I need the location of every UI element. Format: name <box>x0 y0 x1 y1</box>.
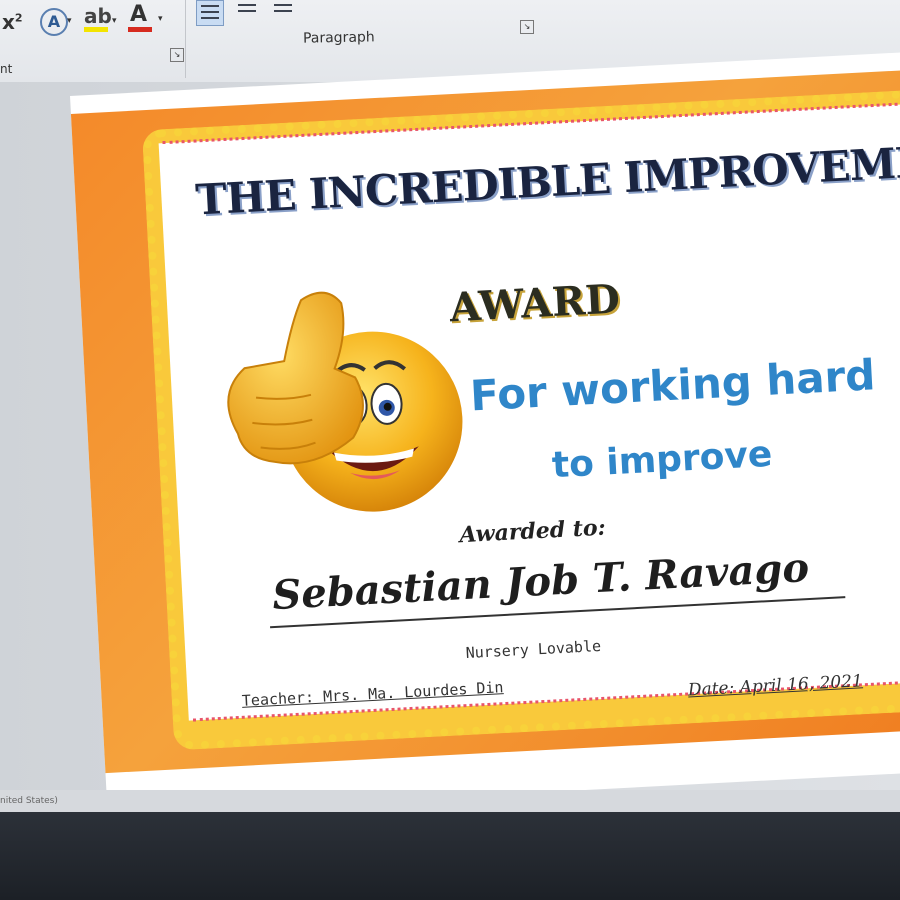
superscript-label: x <box>2 10 15 34</box>
align-right-button[interactable] <box>270 0 296 20</box>
dialog-launcher-icon[interactable]: ↘ <box>170 48 184 62</box>
award-subtitle: AWARD <box>448 275 621 332</box>
superscript-button[interactable]: x2 <box>2 10 23 34</box>
monitor-bezel <box>0 812 900 900</box>
paragraph-group-label: Paragraph <box>302 29 375 47</box>
align-center-button[interactable] <box>234 0 260 20</box>
chevron-down-icon[interactable]: ▾ <box>67 16 72 26</box>
align-left-button[interactable] <box>196 0 224 26</box>
font-color-swatch <box>128 27 152 32</box>
text-highlight-button[interactable]: ab <box>84 4 112 28</box>
highlight-color-swatch <box>84 27 108 32</box>
font-color-button[interactable]: A <box>130 2 147 27</box>
font-group-label: nt <box>0 62 13 76</box>
ribbon-group-divider <box>185 0 186 78</box>
dialog-launcher-icon[interactable]: ↘ <box>520 20 534 34</box>
document-page[interactable]: THE INCREDIBLE IMPROVEMENT AWARD For wor… <box>70 50 900 816</box>
status-language[interactable]: nited States) <box>0 796 58 806</box>
chevron-down-icon[interactable]: ▾ <box>112 16 117 26</box>
thumbs-up-smiley-icon <box>227 291 463 512</box>
text-effects-button[interactable]: A <box>40 8 68 36</box>
chevron-down-icon[interactable]: ▾ <box>158 14 163 24</box>
superscript-mark: 2 <box>14 11 23 25</box>
